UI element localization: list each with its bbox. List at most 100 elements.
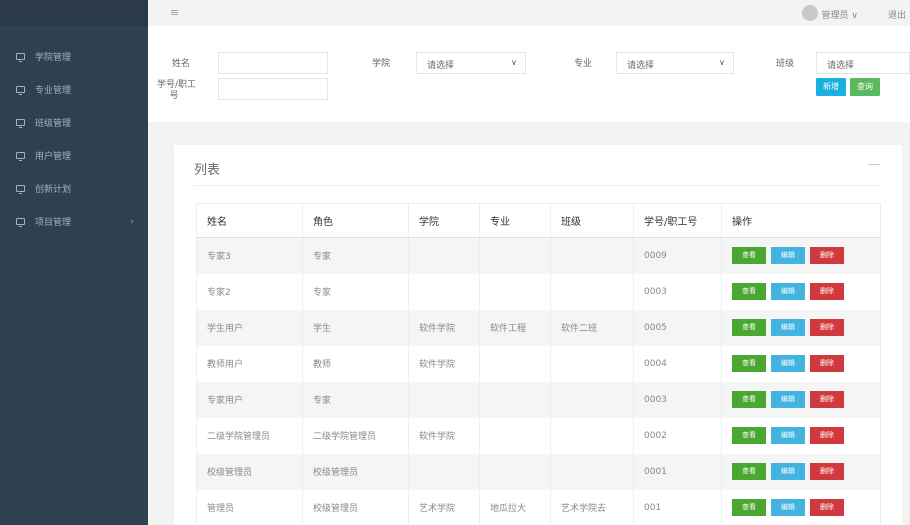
table-cell [550,453,634,490]
chevron-right-icon: › [130,216,134,227]
view-button[interactable]: 查看 [732,355,766,372]
view-button[interactable]: 查看 [732,319,766,336]
actions-cell: 查看 编辑 删除 [721,453,881,490]
name-input[interactable] [218,52,328,74]
logout-link[interactable]: 退出 [888,8,906,21]
table-cell: 软件二班 [550,309,634,346]
major-select[interactable]: 请选择 ∨ [616,52,734,74]
table-row: 二级学院管理员 二级学院管理员 软件学院 0002 查看 编辑 删除 [196,417,881,454]
edit-button[interactable]: 编辑 [771,319,805,336]
class-select[interactable]: 请选择 [816,52,910,74]
table-cell: 0001 [633,453,722,490]
monitor-icon [16,185,25,194]
top-bar: ≡ 管理员 ∨ 退出 [148,0,910,26]
actions-cell: 查看 编辑 删除 [721,237,881,274]
view-button[interactable]: 查看 [732,283,766,300]
sidebar-item-projects[interactable]: 项目管理 › [0,205,148,238]
table-row: 教师用户 教师 软件学院 0004 查看 编辑 删除 [196,345,881,382]
sidebar-item-label: 班级管理 [35,119,72,129]
menu-toggle-icon[interactable]: ≡ [170,6,179,19]
sidebar-item-label: 创新计划 [35,185,72,195]
class-label: 班级 [776,59,795,69]
table-cell: 学生 [302,309,409,346]
column-header: 专业 [479,203,551,238]
user-table: 姓名 角色 学院 专业 班级 学号/职工号 操作 专家3 专家 0009 查看 编辑 删除… [196,203,881,525]
sidebar-item-major[interactable]: 专业管理 [0,73,148,106]
id-input[interactable] [218,78,328,100]
table-cell [479,417,551,454]
avatar[interactable] [802,5,818,21]
edit-button[interactable]: 编辑 [771,391,805,408]
delete-button[interactable]: 删除 [810,355,844,372]
table-cell: 专家 [302,381,409,418]
table-cell: 0003 [633,273,722,310]
monitor-icon [16,152,25,161]
major-label: 专业 [574,59,593,69]
view-button[interactable]: 查看 [732,247,766,265]
table-cell [479,381,551,418]
table-cell: 教师用户 [196,345,303,382]
table-cell [550,417,634,454]
table-cell [408,453,480,490]
table-cell: 专家 [302,273,409,310]
sidebar-item-class[interactable]: 班级管理 [0,106,148,139]
monitor-icon [16,119,25,128]
view-button[interactable]: 查看 [732,391,766,408]
sidebar-item-innovation-plan[interactable]: 创新计划 [0,172,148,205]
panel-title: 列表 [194,163,221,178]
view-button[interactable]: 查看 [732,499,766,516]
table-row: 专家2 专家 0003 查看 编辑 删除 [196,273,881,310]
edit-button[interactable]: 编辑 [771,247,805,265]
sidebar-item-label: 专业管理 [35,86,72,96]
delete-button[interactable]: 删除 [810,499,844,516]
edit-button[interactable]: 编辑 [771,427,805,444]
table-row: 校级管理员 校级管理员 0001 查看 编辑 删除 [196,453,881,490]
table-cell: 软件学院 [408,345,480,382]
actions-cell: 查看 编辑 删除 [721,345,881,382]
monitor-icon [16,53,25,62]
table-row: 专家用户 专家 0003 查看 编辑 删除 [196,381,881,418]
actions-cell: 查看 编辑 删除 [721,273,881,310]
column-header: 学号/职工号 [633,203,722,238]
edit-button[interactable]: 编辑 [771,499,805,516]
delete-button[interactable]: 删除 [810,463,844,480]
delete-button[interactable]: 删除 [810,247,844,265]
filter-panel: 姓名 学院 请选择 ∨ 专业 请选择 ∨ 班级 请选择 学号/职工号 新增 查询 [148,26,910,122]
divider [194,185,882,186]
sidebar-item-users[interactable]: 用户管理 [0,139,148,172]
name-label: 姓名 [172,59,191,69]
delete-button[interactable]: 删除 [810,283,844,300]
table-cell: 0002 [633,417,722,454]
actions-cell: 查看 编辑 删除 [721,381,881,418]
delete-button[interactable]: 删除 [810,427,844,444]
sidebar-item-college[interactable]: 学院管理 [0,40,148,73]
table-cell: 二级学院管理员 [302,417,409,454]
view-button[interactable]: 查看 [732,427,766,444]
table-cell [479,237,551,274]
chevron-down-icon: ∨ [511,58,517,67]
table-cell [408,237,480,274]
edit-button[interactable]: 编辑 [771,355,805,372]
sidebar-item-label: 项目管理 [35,218,72,228]
table-cell: 0005 [633,309,722,346]
table-cell [479,345,551,382]
college-label: 学院 [372,59,391,69]
view-button[interactable]: 查看 [732,463,766,480]
column-header: 操作 [721,203,881,238]
table-cell [550,381,634,418]
column-header: 班级 [550,203,634,238]
collapse-icon[interactable]: — [868,157,880,171]
edit-button[interactable]: 编辑 [771,463,805,480]
add-button[interactable]: 新增 [816,78,846,96]
delete-button[interactable]: 删除 [810,319,844,336]
edit-button[interactable]: 编辑 [771,283,805,300]
query-button[interactable]: 查询 [850,78,880,96]
chevron-down-icon: ∨ [719,58,725,67]
list-panel: 列表 — 姓名 角色 学院 专业 班级 学号/职工号 操作 专家3 专家 0009 查… [174,145,902,525]
delete-button[interactable]: 删除 [810,391,844,408]
table-cell: 软件学院 [408,309,480,346]
table-cell: 管理员 [196,489,303,525]
college-select[interactable]: 请选择 ∨ [416,52,526,74]
user-menu[interactable]: 管理员 ∨ [822,8,858,21]
table-cell: 软件工程 [479,309,551,346]
